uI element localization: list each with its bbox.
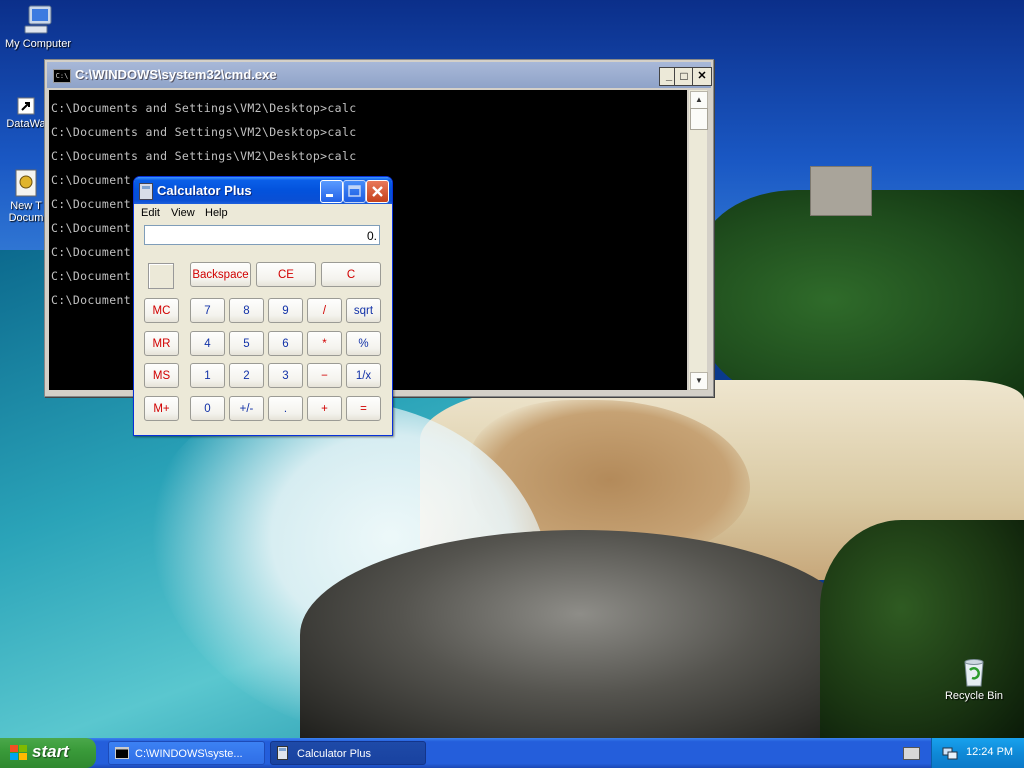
calculator-icon	[277, 746, 288, 760]
digit-7-button[interactable]: 7	[190, 298, 225, 323]
cmd-icon[interactable]: C:\	[53, 69, 71, 83]
scroll-up-arrow-icon[interactable]: ▲	[690, 91, 708, 109]
digit-3-button[interactable]: 3	[268, 363, 303, 388]
divide-button[interactable]: /	[307, 298, 342, 323]
digit-6-button[interactable]: 6	[268, 331, 303, 356]
network-icon[interactable]	[942, 746, 958, 760]
taskbar-item-label: Calculator Plus	[297, 748, 371, 760]
calculator-display[interactable]: 0.	[144, 225, 380, 245]
subtract-button[interactable]: −	[307, 363, 342, 388]
console-line: C:\Document	[51, 269, 132, 283]
windows-logo-icon	[10, 745, 28, 761]
cmd-window-title: C:\WINDOWS\system32\cmd.exe	[75, 67, 277, 82]
digit-2-button[interactable]: 2	[229, 363, 264, 388]
decimal-point-button[interactable]: .	[268, 396, 303, 421]
backspace-button[interactable]: Backspace	[190, 262, 251, 287]
calculator-close-button[interactable]	[366, 180, 389, 203]
memory-add-button[interactable]: M+	[144, 396, 179, 421]
close-icon	[372, 186, 383, 197]
reciprocal-button[interactable]: 1/x	[346, 363, 381, 388]
wallpaper-rocks	[300, 530, 860, 738]
system-tray: 12:24 PM	[931, 738, 1024, 768]
calculator-menu-bar: Edit View Help	[137, 205, 389, 223]
cmd-scrollbar[interactable]: ▲ ▼	[689, 90, 708, 390]
multiply-button[interactable]: *	[307, 331, 342, 356]
cmd-maximize-button[interactable]: □	[674, 67, 694, 86]
digit-4-button[interactable]: 4	[190, 331, 225, 356]
console-line: C:\Document	[51, 221, 132, 235]
memory-store-button[interactable]: MS	[144, 363, 179, 388]
digit-9-button[interactable]: 9	[268, 298, 303, 323]
memory-recall-button[interactable]: MR	[144, 331, 179, 356]
menu-view[interactable]: View	[171, 207, 195, 219]
calculator-title-bar[interactable]: Calculator Plus	[134, 177, 392, 204]
desktop-icon-my-computer[interactable]: My Computer	[0, 4, 76, 50]
wallpaper-ruin	[810, 166, 872, 216]
digit-0-button[interactable]: 0	[190, 396, 225, 421]
calculator-maximize-button[interactable]	[343, 180, 366, 203]
wallpaper-foliage	[820, 520, 1024, 738]
cmd-close-button[interactable]: ✕	[692, 67, 712, 86]
menu-edit[interactable]: Edit	[141, 207, 160, 219]
sqrt-button[interactable]: sqrt	[346, 298, 381, 323]
console-line: C:\Document	[51, 173, 132, 187]
digit-8-button[interactable]: 8	[229, 298, 264, 323]
desktop-icon-label: Recycle Bin	[944, 690, 1004, 702]
equals-button[interactable]: =	[346, 396, 381, 421]
memory-clear-button[interactable]: MC	[144, 298, 179, 323]
minimize-icon	[326, 194, 333, 197]
start-label: start	[32, 742, 69, 761]
calculator-title: Calculator Plus	[157, 183, 252, 198]
digit-1-button[interactable]: 1	[190, 363, 225, 388]
add-button[interactable]: +	[307, 396, 342, 421]
maximize-icon	[348, 185, 361, 197]
wallpaper-jungle	[700, 190, 1024, 410]
percent-button[interactable]: %	[346, 331, 381, 356]
calculator-window[interactable]: Calculator Plus Edit View Help 0. Backsp…	[133, 176, 393, 436]
scroll-thumb[interactable]	[690, 108, 708, 130]
calculator-icon[interactable]	[139, 183, 153, 200]
tray-clock[interactable]: 12:24 PM	[966, 746, 1013, 758]
shortcut-icon	[17, 97, 35, 115]
console-line: C:\Documents and Settings\VM2\Desktop>ca…	[51, 125, 357, 139]
taskbar: start C:\WINDOWS\syste... Calculator Plu…	[0, 738, 1024, 768]
calculator-minimize-button[interactable]	[320, 180, 343, 203]
console-line: C:\Documents and Settings\VM2\Desktop>ca…	[51, 149, 357, 163]
digit-5-button[interactable]: 5	[229, 331, 264, 356]
sign-toggle-button[interactable]: +/-	[229, 396, 264, 421]
taskbar-item-cmd[interactable]: C:\WINDOWS\syste...	[108, 741, 265, 765]
console-line: C:\Document	[51, 197, 132, 211]
recycle-bin-icon	[964, 659, 984, 687]
cmd-icon	[115, 747, 129, 759]
desktop-icon-label: My Computer	[4, 38, 72, 50]
console-line: C:\Document	[51, 245, 132, 259]
console-line: C:\Document	[51, 293, 132, 307]
menu-help[interactable]: Help	[205, 207, 228, 219]
keyboard-icon[interactable]	[903, 747, 920, 760]
desktop-icon-recycle-bin[interactable]: Recycle Bin	[936, 656, 1012, 702]
document-icon	[15, 169, 37, 197]
memory-indicator	[148, 263, 174, 289]
cmd-title-bar[interactable]: C:\ C:\WINDOWS\system32\cmd.exe _ □ ✕	[47, 62, 712, 88]
scroll-down-arrow-icon[interactable]: ▼	[690, 372, 708, 390]
taskbar-item-calculator[interactable]: Calculator Plus	[270, 741, 426, 765]
clear-entry-button[interactable]: CE	[256, 262, 316, 287]
taskbar-item-label: C:\WINDOWS\syste...	[135, 748, 243, 760]
start-button[interactable]: start	[0, 738, 96, 768]
console-line: C:\Documents and Settings\VM2\Desktop>ca…	[51, 101, 357, 115]
my-computer-icon	[24, 5, 52, 34]
clear-button[interactable]: C	[321, 262, 381, 287]
